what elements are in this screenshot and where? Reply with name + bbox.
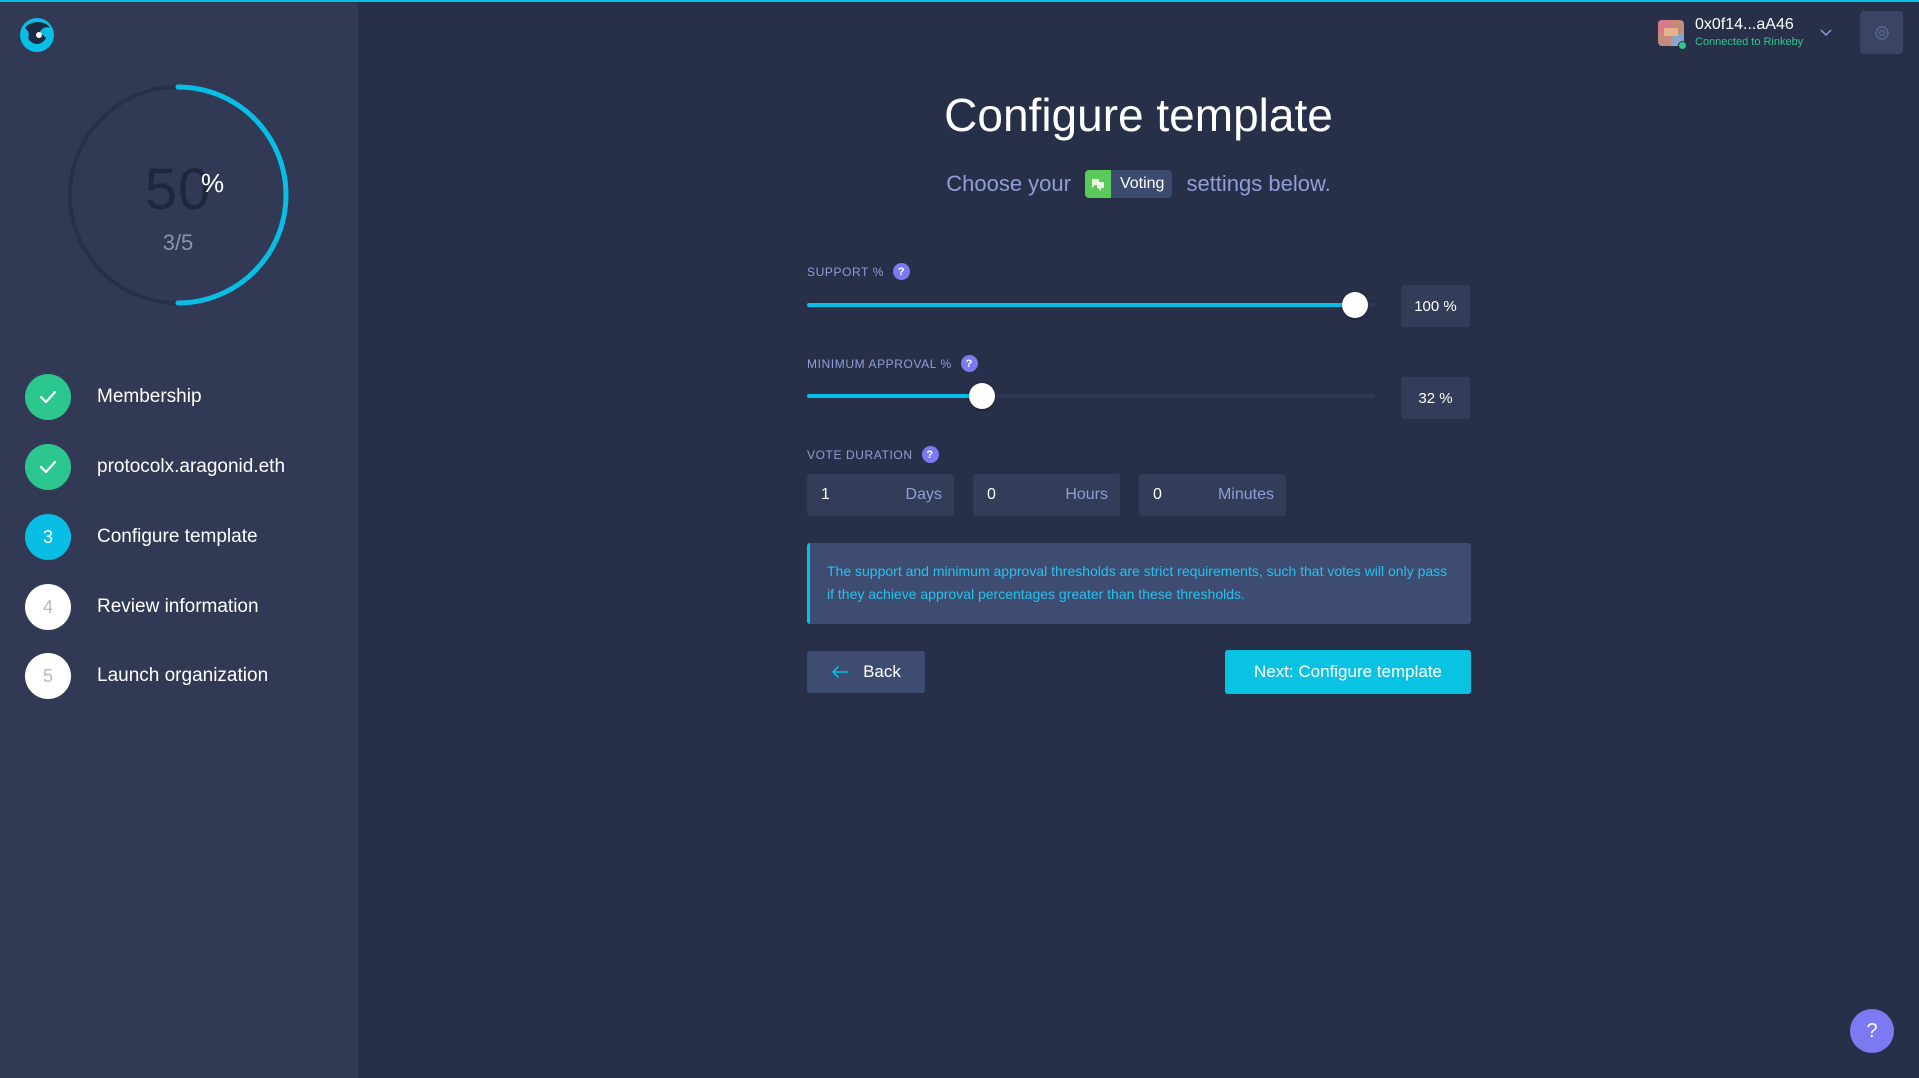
step-label: Launch organization	[97, 665, 269, 686]
arrow-left-icon	[832, 666, 849, 678]
info-box: The support and minimum approval thresho…	[807, 543, 1471, 624]
step-number: 5	[25, 653, 71, 699]
gear-icon	[1873, 24, 1890, 41]
next-button-label: Next: Configure template	[1253, 662, 1443, 681]
days-unit: Days	[905, 486, 942, 503]
connected-status-dot	[1678, 41, 1687, 50]
slider-handle[interactable]	[1342, 292, 1368, 318]
step-label: protocolx.aragonid.eth	[97, 456, 286, 477]
app-badge: Voting	[1084, 170, 1173, 198]
step-domain[interactable]: protocolx.aragonid.eth	[25, 444, 345, 490]
page-subtitle: Choose your Voting settings below.	[358, 170, 1919, 198]
page-title: Configure template	[944, 89, 1333, 141]
progress-fraction: 3/5	[162, 230, 194, 255]
back-button-label: Back	[863, 662, 901, 681]
step-configure-template[interactable]: 3 Configure template	[25, 514, 345, 560]
account-selector[interactable]: 0x0f14...aA46 Connected to Rinkeby	[1658, 14, 1838, 54]
min-approval-value: 32 %	[1401, 377, 1470, 419]
days-input[interactable]: 1 Days	[807, 474, 954, 516]
hours-input[interactable]: 0 Hours	[973, 474, 1120, 516]
aragon-logo-icon[interactable]	[18, 16, 56, 54]
slider-handle[interactable]	[969, 383, 996, 409]
progress-percent: 50	[144, 157, 212, 222]
support-value: 100 %	[1401, 285, 1470, 327]
slider-fill	[807, 303, 1355, 307]
hours-value: 0	[987, 486, 996, 503]
support-label-text: SUPPORT %	[807, 264, 884, 279]
step-review-information[interactable]: 4 Review information	[25, 584, 345, 630]
voting-app-icon	[1084, 170, 1111, 198]
min-approval-label: MINIMUM APPROVAL % ?	[807, 355, 978, 372]
step-label: Configure template	[97, 526, 258, 547]
step-number: 4	[25, 584, 71, 630]
min-approval-label-text: MINIMUM APPROVAL %	[807, 356, 952, 371]
back-button[interactable]: Back	[807, 651, 925, 693]
step-label: Membership	[97, 386, 202, 407]
vote-duration-label-text: VOTE DURATION	[807, 447, 913, 462]
step-label: Review information	[97, 596, 259, 617]
subtitle-prefix: Choose your	[946, 171, 1071, 196]
check-icon	[25, 374, 71, 420]
minutes-input[interactable]: 0 Minutes	[1139, 474, 1286, 516]
top-accent-line	[0, 0, 1919, 2]
minutes-value: 0	[1153, 486, 1162, 503]
subtitle-suffix: settings below.	[1186, 171, 1331, 196]
vote-duration-label: VOTE DURATION ?	[807, 446, 939, 463]
step-membership[interactable]: Membership	[25, 374, 345, 420]
slider-fill	[807, 394, 983, 398]
progress-ring: 50 % 3/5	[67, 84, 289, 306]
hours-unit: Hours	[1065, 486, 1108, 503]
check-icon	[25, 444, 71, 490]
settings-button[interactable]	[1860, 11, 1903, 54]
min-approval-help-icon[interactable]: ?	[960, 355, 978, 372]
days-value: 1	[821, 486, 830, 503]
step-number: 3	[25, 514, 71, 560]
support-help-icon[interactable]: ?	[892, 263, 910, 280]
minutes-unit: Minutes	[1217, 486, 1274, 503]
account-address: 0x0f14...aA46	[1695, 16, 1794, 33]
min-approval-slider[interactable]	[807, 381, 1375, 411]
network-status: Connected to Rinkeby	[1695, 36, 1804, 48]
app-badge-label: Voting	[1119, 175, 1165, 192]
vote-duration-help-icon[interactable]: ?	[921, 446, 939, 463]
support-slider[interactable]	[807, 290, 1375, 320]
support-label: SUPPORT % ?	[807, 263, 910, 280]
chevron-down-icon	[1820, 29, 1832, 37]
help-button[interactable]: ?	[1850, 1009, 1894, 1053]
next-button[interactable]: Next: Configure template	[1225, 650, 1471, 694]
progress-percent-sign: %	[201, 168, 225, 198]
step-launch-organization[interactable]: 5 Launch organization	[25, 653, 345, 699]
sidebar: 50 % 3/5 Membership protocolx.aragonid.e…	[0, 0, 358, 1078]
